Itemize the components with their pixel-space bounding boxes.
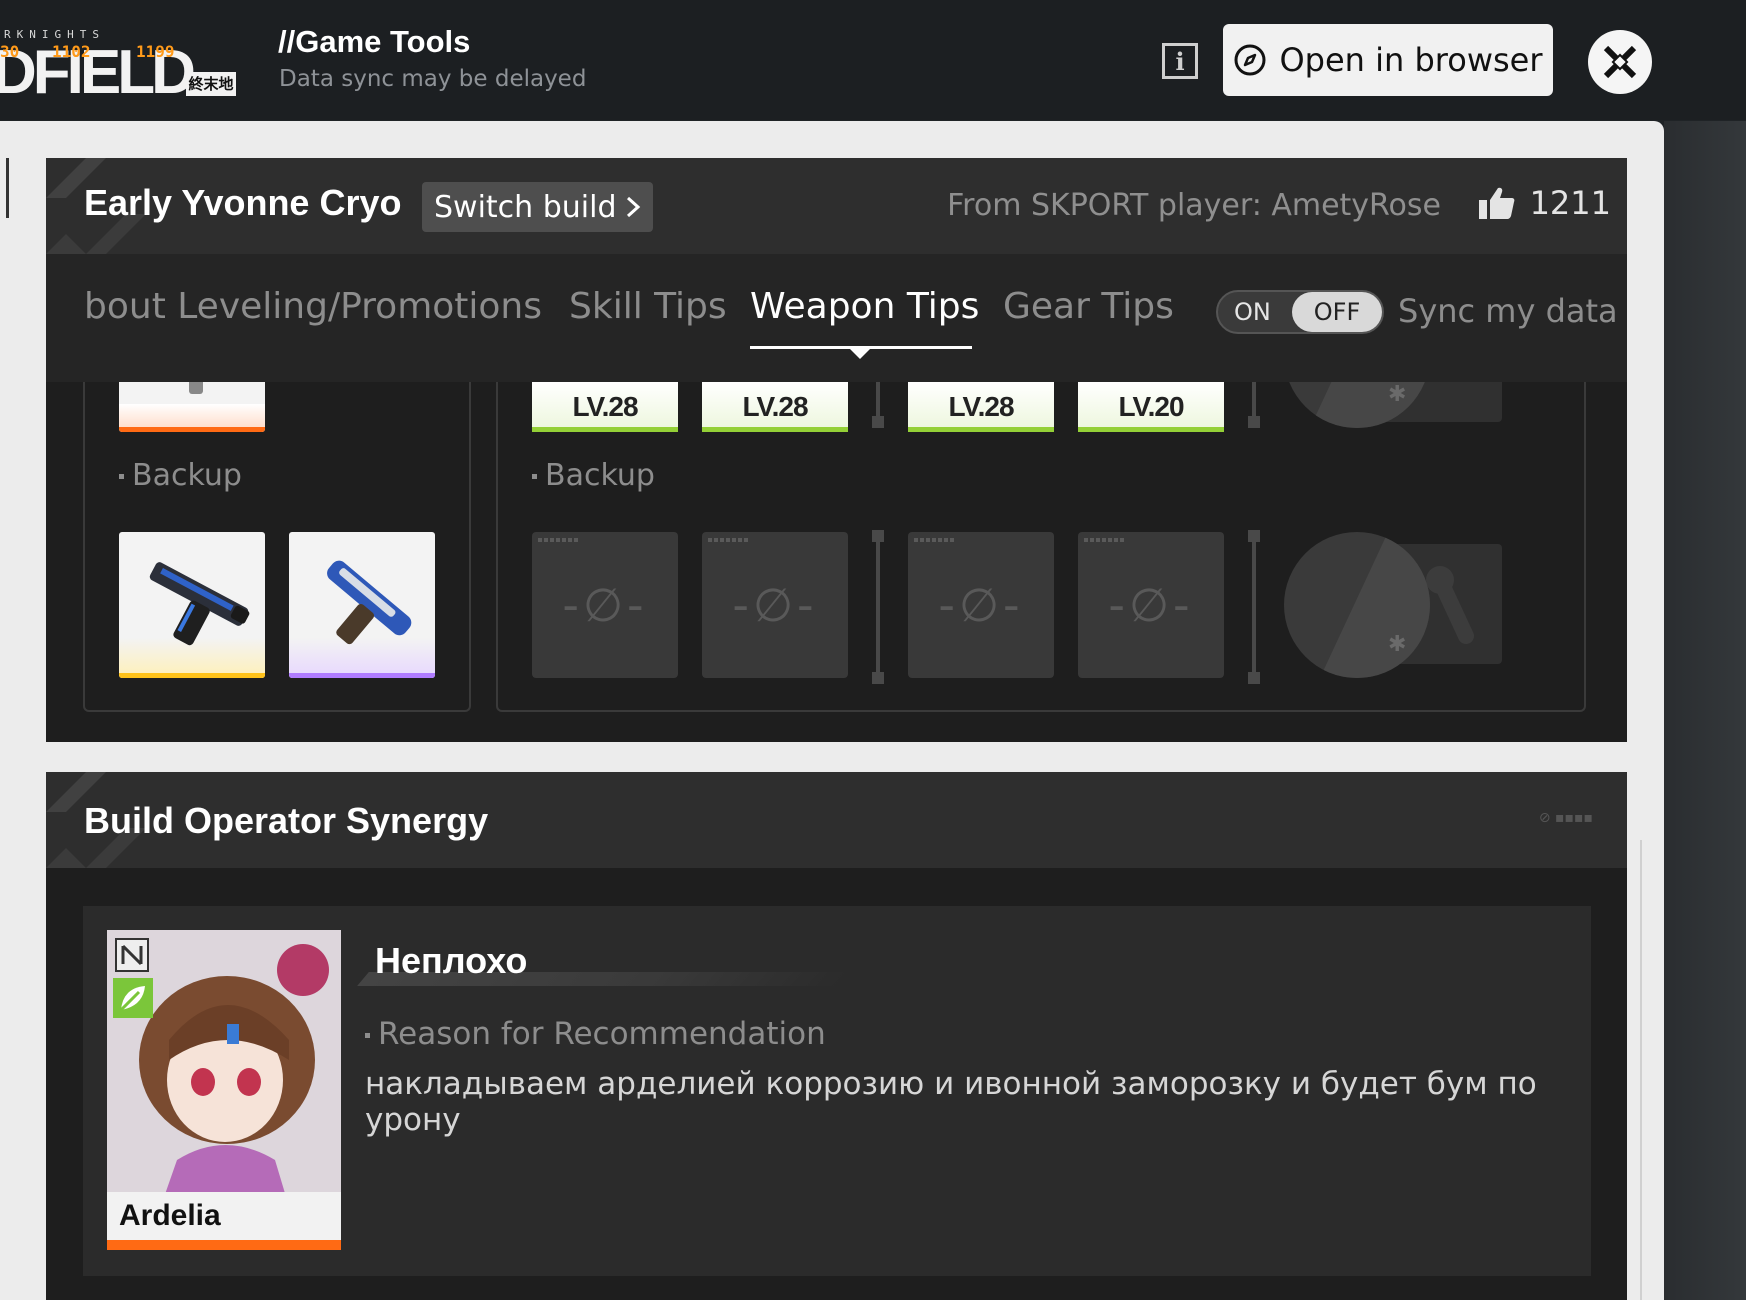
- backup-gear-slot-4[interactable]: -∅-: [1078, 532, 1224, 678]
- panel-edge-marker: [6, 158, 9, 218]
- app-title: //Game Tools: [278, 24, 471, 59]
- gear-backup-label: Backup: [532, 458, 655, 493]
- scrollbar[interactable]: [1640, 840, 1642, 1300]
- like-count: 1211: [1529, 184, 1611, 222]
- gear-divider: [876, 537, 880, 673]
- operator-rarity-bar: [107, 1240, 341, 1250]
- gear-divider: [1252, 537, 1256, 673]
- like-button[interactable]: 1211: [1478, 184, 1611, 222]
- empty-slot-icon: -∅-: [938, 578, 1024, 632]
- synergy-card: Build Operator Synergy ⊘ ▪▪▪▪ Ardelia Не…: [46, 772, 1627, 1300]
- build-author: From SKPORT player: AmetyRose: [947, 188, 1441, 223]
- gear-slot-2[interactable]: LV.28: [702, 382, 848, 432]
- tips-tabs: bout Leveling/Promotions Skill Tips Weap…: [46, 254, 1627, 382]
- gear-slot-3[interactable]: LV.28: [908, 382, 1054, 432]
- backup-weapon-slot-2[interactable]: [289, 532, 435, 678]
- top-bar: RKNIGHTS DFIELD 30 1102 1199 終末地 //Game …: [0, 0, 1746, 120]
- sync-data-toggle[interactable]: ON OFF: [1216, 290, 1384, 334]
- thumbs-up-icon: [1478, 187, 1514, 219]
- active-tab-caret-icon: [850, 349, 870, 359]
- background-strip: [1664, 121, 1746, 1300]
- empty-slot-icon: -∅-: [1108, 578, 1194, 632]
- weapon-rarity-bar: [119, 427, 265, 432]
- close-button[interactable]: [1588, 30, 1652, 94]
- gear-slot-1-level: LV.28: [572, 391, 638, 422]
- pistol-icon: [327, 560, 412, 645]
- close-icon: [1603, 45, 1637, 79]
- sync-data-label: Sync my data: [1398, 292, 1618, 330]
- info-button[interactable]: i: [1162, 43, 1198, 79]
- synergy-entry: Ardelia Неплохо Reason for Recommendatio…: [83, 906, 1591, 1276]
- switch-build-button[interactable]: Switch build: [422, 182, 653, 232]
- recommended-weapon-slot[interactable]: [119, 382, 265, 432]
- info-icon: i: [1175, 46, 1185, 76]
- asterisk-icon: ✱: [1388, 632, 1407, 657]
- pistol-icon: [149, 562, 250, 646]
- backup-gear-slot-1[interactable]: -∅-: [532, 532, 678, 678]
- chevron-right-icon: [626, 196, 640, 218]
- backup-weapon-slot-1[interactable]: [119, 532, 265, 678]
- gear-slot-4[interactable]: LV.20: [1078, 382, 1224, 432]
- toggle-on-label: ON: [1234, 298, 1271, 326]
- fps-readout-1: 30: [0, 42, 20, 61]
- gear-slot-4-level: LV.20: [1118, 391, 1184, 422]
- toggle-off-label: OFF: [1292, 292, 1382, 332]
- build-card: Early Yvonne Cryo Switch build From SKPO…: [46, 158, 1627, 742]
- reason-label: Reason for Recommendation: [365, 1016, 826, 1052]
- open-in-browser-label: Open in browser: [1279, 41, 1543, 79]
- reason-text: накладываем арделией коррозию и ивонной …: [365, 1066, 1537, 1138]
- app-subtitle: Data sync may be delayed: [279, 66, 587, 92]
- tab-weapon-tips[interactable]: Weapon Tips: [750, 286, 979, 327]
- game-logo: RKNIGHTS DFIELD 30 1102 1199 終末地: [0, 28, 238, 104]
- tab-skill-tips[interactable]: Skill Tips: [569, 286, 727, 327]
- synergy-rating: Неплохо: [375, 940, 528, 981]
- tab-gear-tips[interactable]: Gear Tips: [1003, 286, 1174, 327]
- empty-slot-icon: -∅-: [732, 578, 818, 632]
- weapon-backup-label: Backup: [119, 458, 242, 493]
- compass-icon: [1234, 44, 1266, 76]
- asterisk-icon: ✱: [1388, 382, 1407, 407]
- open-in-browser-button[interactable]: Open in browser: [1223, 24, 1553, 96]
- synergy-card-header: Build Operator Synergy ⊘ ▪▪▪▪: [46, 772, 1627, 868]
- build-card-header: Early Yvonne Cryo Switch build From SKPO…: [46, 158, 1627, 254]
- synergy-title: Build Operator Synergy: [84, 800, 489, 841]
- gear-slot-1[interactable]: LV.28: [532, 382, 678, 432]
- build-title: Early Yvonne Cryo: [84, 182, 402, 223]
- backup-gear-slot-2[interactable]: -∅-: [702, 532, 848, 678]
- class-icon: [115, 938, 149, 972]
- tab-leveling-promotions[interactable]: bout Leveling/Promotions: [84, 286, 542, 327]
- switch-build-label: Switch build: [434, 189, 617, 225]
- weapon-gear-scroll-area[interactable]: LV.28 LV.28 LV.28 LV.20 ✱ Backup Backup: [46, 382, 1627, 742]
- operator-name: Ardelia: [107, 1192, 341, 1240]
- logo-kanji: 終末地: [186, 72, 236, 96]
- fps-readout-2: 1102: [52, 42, 91, 61]
- fps-readout-3: 1199: [136, 42, 175, 61]
- watermark-icon: ⊘ ▪▪▪▪: [1538, 810, 1593, 826]
- element-leaf-icon: [113, 978, 153, 1018]
- backup-gear-slot-3[interactable]: -∅-: [908, 532, 1054, 678]
- operator-portrait[interactable]: Ardelia: [107, 930, 341, 1250]
- backup-round-slot[interactable]: -∅- ✱: [1284, 532, 1430, 678]
- gear-slot-2-level: LV.28: [742, 391, 808, 422]
- empty-slot-icon: -∅-: [562, 578, 648, 632]
- gear-slot-3-level: LV.28: [948, 391, 1014, 422]
